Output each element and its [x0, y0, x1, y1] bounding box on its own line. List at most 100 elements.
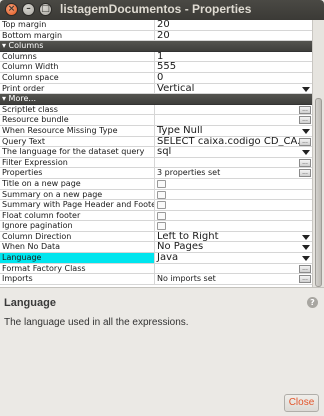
ellipsis-button[interactable]: ... — [299, 137, 311, 146]
help-title: Language — [4, 297, 56, 309]
chevron-down-icon[interactable] — [302, 86, 310, 92]
property-row[interactable]: Top margin 20 — [0, 20, 312, 31]
property-row[interactable]: Float column footer — [0, 210, 312, 222]
property-row[interactable]: Format Factory Class... — [0, 263, 312, 275]
checkbox[interactable] — [157, 222, 166, 231]
ellipsis-button[interactable]: ... — [299, 275, 311, 284]
property-value[interactable] — [155, 211, 312, 221]
vertical-scrollbar[interactable] — [312, 20, 324, 287]
property-row[interactable]: Properties 3 properties set... — [0, 168, 312, 179]
property-row[interactable]: Title on a new page — [0, 178, 312, 190]
value-text[interactable]: 20 — [157, 20, 170, 30]
checkbox[interactable] — [157, 179, 166, 188]
property-value[interactable]: 0 — [155, 73, 312, 83]
property-row[interactable]: When No Data No Pages — [0, 242, 312, 254]
value-dropdown[interactable]: Vertical — [155, 84, 312, 94]
property-row[interactable]: When Resource Missing Type Type Null — [0, 125, 312, 137]
property-value[interactable]: sql — [155, 147, 312, 157]
value-text: SELECT caixa.codigo CD_CA... — [157, 136, 307, 147]
property-row[interactable]: Imports No imports set... — [0, 274, 312, 285]
property-value[interactable] — [155, 190, 312, 200]
chevron-down-icon[interactable] — [302, 150, 310, 156]
window-close-icon[interactable]: × — [5, 3, 18, 16]
ellipsis-button[interactable]: ... — [299, 116, 311, 125]
value-text[interactable]: 20 — [157, 31, 170, 41]
property-sheet: Top margin 20 Bottom margin 20 ▾ Columns Colu… — [0, 20, 312, 287]
property-value[interactable]: 555 — [155, 62, 312, 72]
property-value[interactable]: Vertical — [155, 84, 312, 94]
value-dropdown[interactable]: No Pages — [155, 242, 312, 252]
checkbox[interactable] — [157, 211, 166, 220]
property-name: Title on a new page — [0, 178, 155, 189]
section-label: ▾ Columns — [2, 41, 44, 51]
scrollbar-thumb[interactable] — [315, 98, 322, 287]
window-maximize-icon[interactable]: □ — [39, 3, 52, 16]
property-value[interactable]: Type Null — [155, 126, 312, 136]
property-row[interactable]: Resource bundle... — [0, 115, 312, 126]
property-row[interactable]: Column Direction Left to Right — [0, 231, 312, 243]
property-value[interactable] — [155, 200, 312, 210]
property-value[interactable]: 20 — [155, 31, 312, 41]
property-value[interactable]: Java — [155, 253, 312, 263]
property-row[interactable]: Bottom margin 20 — [0, 30, 312, 42]
property-row[interactable]: The language for the dataset query sql — [0, 147, 312, 158]
property-value[interactable]: Left to Right — [155, 232, 312, 242]
ellipsis-button[interactable]: ... — [299, 264, 311, 273]
value-dropdown[interactable]: Type Null — [155, 126, 312, 136]
property-row[interactable]: Print order Vertical — [0, 83, 312, 95]
property-value[interactable]: No Pages — [155, 242, 312, 252]
property-name: Language — [0, 253, 155, 263]
property-value[interactable]: ... — [155, 115, 312, 125]
property-name: The language for the dataset query — [0, 147, 155, 157]
chevron-down-icon[interactable] — [302, 234, 310, 240]
help-icon[interactable]: ? — [307, 297, 318, 308]
property-value[interactable]: SELECT caixa.codigo CD_CA...... — [155, 136, 312, 147]
value-text[interactable]: 0 — [157, 73, 163, 83]
section-header[interactable]: ▾ More... — [0, 94, 312, 105]
checkbox[interactable] — [157, 190, 166, 199]
property-value[interactable] — [155, 179, 312, 189]
property-row[interactable]: Language Java — [0, 253, 312, 264]
ellipsis-button[interactable]: ... — [299, 169, 311, 178]
property-value[interactable] — [155, 221, 312, 231]
property-row[interactable]: Columns 1 — [0, 51, 312, 63]
property-row[interactable]: Column space 0 — [0, 72, 312, 84]
section-header[interactable]: ▾ Columns — [0, 41, 312, 52]
chevron-down-icon[interactable] — [302, 245, 310, 251]
checkbox[interactable] — [157, 201, 166, 210]
property-name: Column Direction — [0, 231, 155, 242]
value-text[interactable]: 1 — [157, 52, 163, 62]
ellipsis-button[interactable]: ... — [299, 105, 311, 114]
property-row[interactable]: Summary with Page Header and Footer — [0, 200, 312, 211]
property-value[interactable]: 3 properties set... — [155, 168, 312, 178]
window-minimize-icon[interactable]: – — [22, 3, 35, 16]
ellipsis-button[interactable]: ... — [299, 158, 311, 167]
help-panel: Language ? The language used in all the … — [0, 287, 324, 416]
value-dropdown[interactable]: sql — [155, 147, 312, 157]
property-value[interactable]: ... — [155, 158, 312, 168]
property-row[interactable]: Summary on a new page — [0, 189, 312, 201]
window-title: listagemDocumentos - Properties — [60, 2, 252, 16]
property-row[interactable]: Scriptlet class... — [0, 104, 312, 116]
property-row[interactable]: Query Text SELECT caixa.codigo CD_CA.....… — [0, 136, 312, 148]
title-bar[interactable]: × – □ listagemDocumentos - Properties — [0, 0, 324, 20]
chevron-down-icon[interactable] — [302, 256, 310, 262]
property-row[interactable]: Filter Expression... — [0, 157, 312, 169]
property-value[interactable]: 1 — [155, 52, 312, 62]
property-name: Columns — [0, 51, 155, 62]
value-text[interactable]: 555 — [157, 62, 176, 72]
property-name: Print order — [0, 83, 155, 94]
property-row[interactable]: Ignore pagination — [0, 221, 312, 232]
property-name: Column Width — [0, 62, 155, 72]
close-button[interactable]: Close — [284, 394, 319, 412]
property-value[interactable]: ... — [155, 105, 312, 115]
value-dropdown[interactable]: Left to Right — [155, 232, 312, 242]
value-dropdown[interactable]: Java — [155, 253, 312, 263]
property-name: Column space — [0, 72, 155, 83]
property-name: Float column footer — [0, 210, 155, 221]
property-value[interactable]: ... — [155, 264, 312, 274]
property-value[interactable]: No imports set... — [155, 274, 312, 284]
property-row[interactable]: Column Width 555 — [0, 62, 312, 73]
property-value[interactable]: 20 — [155, 20, 312, 30]
chevron-down-icon[interactable] — [302, 128, 310, 134]
